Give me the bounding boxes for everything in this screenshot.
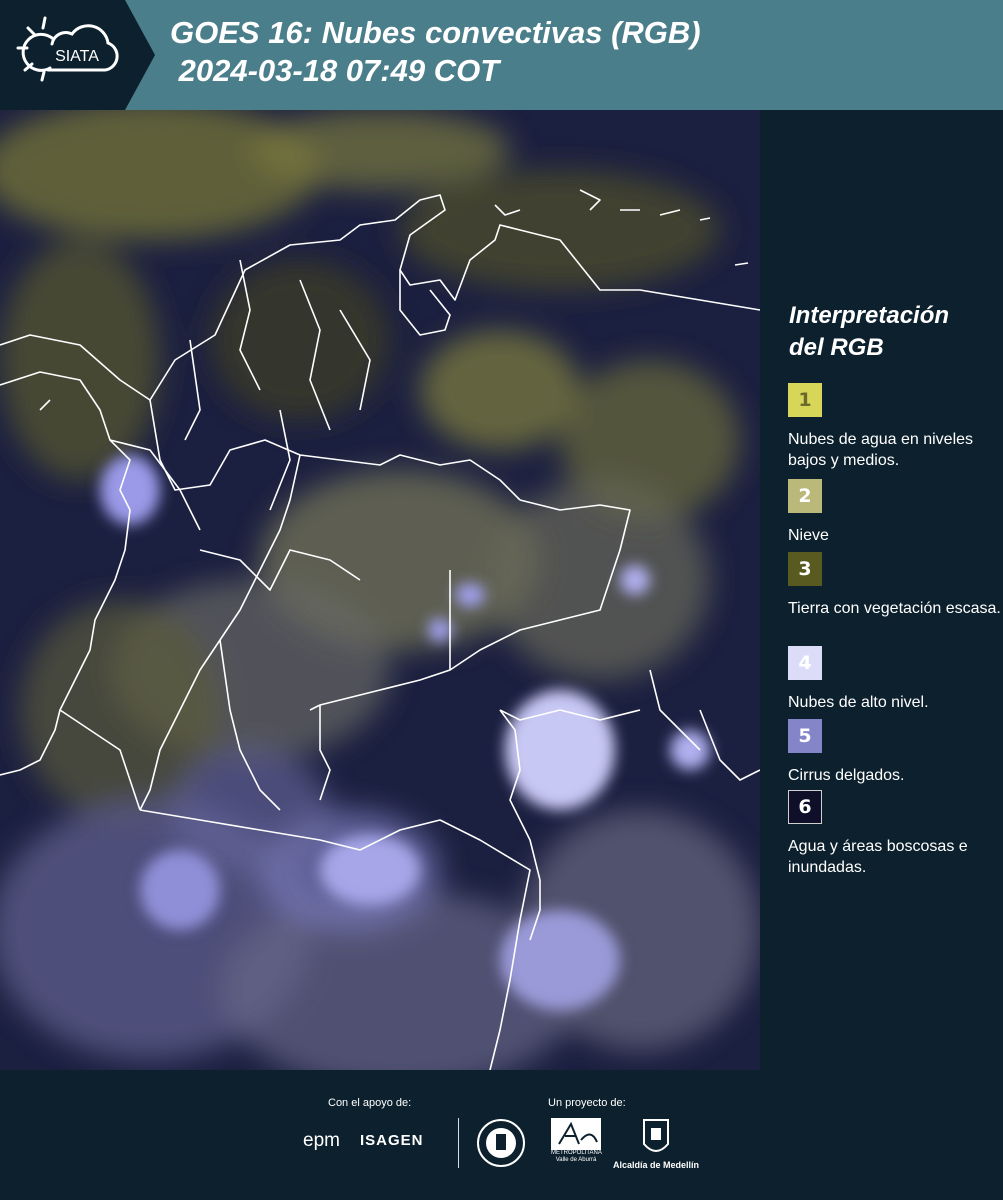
area-metropolitana-logo-icon [551,1118,601,1150]
medellin-seal-icon [477,1119,525,1167]
legend-item-1: 1 Nubes de agua en niveles bajos y medio… [788,383,1003,471]
legend-item-6: 6 Agua y áreas boscosas e inundadas. [788,790,1003,878]
satellite-map [0,110,760,1070]
legend-title: Interpretación del RGB [789,302,950,361]
epm-logo: epm [303,1130,340,1151]
alcaldia-shield-icon [643,1119,669,1152]
legend-swatch-6: 6 [788,790,822,824]
legend-label-2: Nieve [788,527,829,544]
legend-swatch-3: 3 [788,552,822,586]
legend-label-5: Cirrus delgados. [788,767,905,784]
legend-label-1: Nubes de agua en niveles bajos y medios. [788,431,974,469]
isagen-logo: ISAGEN [360,1132,424,1149]
legend-label-4: Nubes de alto nivel. [788,694,929,711]
logo-text: SIATA [55,48,99,65]
footer-divider [458,1118,459,1168]
footer: Con el apoyo de: Un proyecto de: epm ISA… [0,1070,1003,1200]
header-bar: SIATA GOES 16: Nubes convectivas (RGB) 2… [0,0,1003,110]
logo-tab: SIATA [0,0,155,110]
page-title: GOES 16: Nubes convectivas (RGB) 2024-03… [170,15,701,88]
legend-item-4: 4 Nubes de alto nivel. [788,646,1003,713]
legend-swatch-1: 1 [788,383,822,417]
amva-label: METROPOLITANA Valle de Aburrá [551,1150,602,1163]
legend-swatch-2: 2 [788,479,822,513]
legend-item-5: 5 Cirrus delgados. [788,719,1003,786]
legend-label-6: Agua y áreas boscosas e inundadas. [788,838,968,876]
legend-item-3: 3 Tierra con vegetación escasa. [788,552,1003,619]
legend-swatch-5: 5 [788,719,822,753]
legend-swatch-4: 4 [788,646,822,680]
legend-item-2: 2 Nieve [788,479,1003,546]
support-label: Con el apoyo de: [328,1097,412,1109]
alcaldia-label: Alcaldía de Medellín [613,1160,700,1170]
legend-label-3: Tierra con vegetación escasa. [788,600,1001,617]
legend-panel: Interpretación del RGB 1 Nubes de agua e… [762,110,1003,1070]
project-label: Un proyecto de: [548,1097,626,1109]
